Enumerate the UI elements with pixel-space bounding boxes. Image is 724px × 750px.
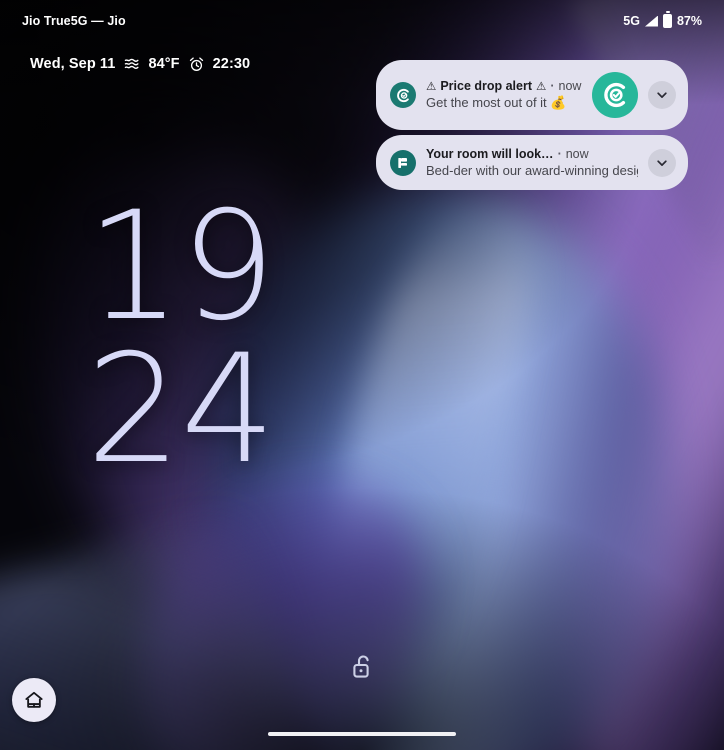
gesture-handle[interactable] [268,732,456,736]
clock-minutes: 24 [86,322,276,497]
network-type-label: 5G [623,14,640,28]
notification-card[interactable]: Your room will look… · now Bed-der with … [376,135,688,190]
unlocked-padlock-icon[interactable] [352,655,374,679]
brand-c-glyph [396,88,409,102]
carrier-label: Jio True5G — Jio [22,14,126,28]
alarm-time-label: 22:30 [212,56,251,72]
clock-hours: 19 [86,180,276,354]
notification-body: Bed-der with our award-winning desig… [426,163,638,178]
warning-icon-right: ⚠ [536,81,547,93]
chevron-down-icon [657,159,667,166]
brand-check-glyph [604,82,626,108]
battery-percent-label: 87% [676,14,702,28]
brand-p-glyph [398,157,407,168]
notification-expand-button[interactable] [648,81,676,109]
status-bar-right: 5G 87% [623,11,702,28]
notification-stack: ⚠ Price drop alert ⚠ · now Get the most … [376,60,688,190]
notification-expand-button[interactable] [648,148,676,177]
separator-dot: · [557,147,562,161]
separator-dot: · [550,79,555,93]
date-label: Wed, Sep 11 [30,56,116,72]
alarm-clock-icon [189,56,203,71]
app-icon-furniture [390,149,416,176]
notification-title: Price drop alert [440,79,533,93]
lock-screen-info-row[interactable]: Wed, Sep 11 84°F 22:30 [30,56,250,72]
notification-time: now [565,147,589,161]
haze-icon [125,58,139,69]
lock-screen: Jio True5G — Jio 5G 87% Wed, Sep 11 84°F [0,0,724,750]
signal-bars-icon [644,15,658,27]
home-shortcut-button[interactable] [12,678,56,722]
notification-text: ⚠ Price drop alert ⚠ · now Get the most … [426,79,582,111]
notification-title: Your room will look… [426,147,554,161]
lock-screen-clock: 19 24 [86,180,276,497]
battery-icon [662,11,672,28]
temperature-label: 84°F [148,56,180,72]
notification-header: Your room will look… · now [426,147,638,161]
home-icon [25,691,43,708]
warning-icon-left: ⚠ [426,81,437,93]
status-bar: Jio True5G — Jio 5G 87% [0,0,724,42]
notification-time: now [558,79,582,93]
app-icon-cashback [390,82,416,108]
notification-body: Get the most out of it 💰 [426,95,567,110]
notification-text: Your room will look… · now Bed-der with … [426,147,638,178]
chevron-down-icon [657,92,667,98]
notification-card[interactable]: ⚠ Price drop alert ⚠ · now Get the most … [376,60,688,130]
notification-header: ⚠ Price drop alert ⚠ · now [426,79,582,93]
brand-check-circle-logo [592,72,638,118]
